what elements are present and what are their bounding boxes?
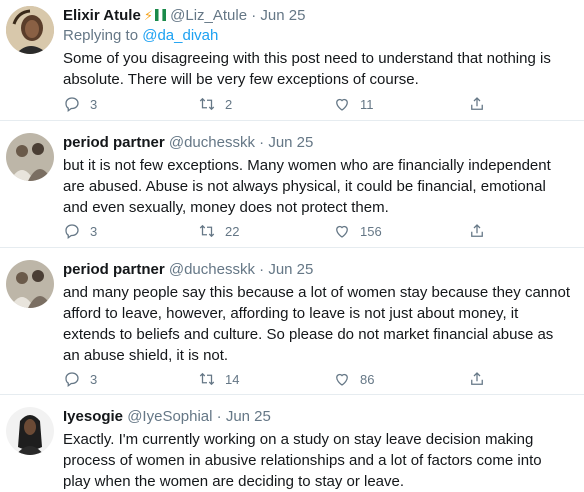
display-name[interactable]: Iyesogie bbox=[63, 408, 123, 425]
timestamp[interactable]: Jun 25 bbox=[226, 408, 271, 425]
tweet-text: and many people say this because a lot o… bbox=[63, 284, 570, 364]
retweet-button[interactable]: 22 bbox=[198, 221, 239, 241]
tweet-period-partner-1[interactable]: period partner @duchesskk · Jun 25 but i… bbox=[0, 121, 584, 248]
avatar[interactable] bbox=[6, 407, 54, 455]
share-icon bbox=[471, 372, 483, 385]
like-button[interactable]: 86 bbox=[333, 369, 374, 389]
share-icon bbox=[471, 224, 483, 237]
tweet-header: period partner @duchesskk · Jun 25 bbox=[63, 260, 572, 280]
reply-count: 3 bbox=[90, 96, 98, 112]
timestamp[interactable]: Jun 25 bbox=[268, 134, 313, 151]
reply-button[interactable]: 3 bbox=[63, 221, 97, 241]
tweet-text: Some of you disagreeing with this post n… bbox=[63, 50, 551, 88]
retweet-count: 2 bbox=[225, 96, 233, 112]
tweet-header: period partner @duchesskk · Jun 25 bbox=[63, 133, 572, 153]
display-name[interactable]: Elixir Atule bbox=[63, 7, 141, 24]
avatar[interactable] bbox=[6, 6, 54, 54]
reply-icon bbox=[65, 97, 79, 113]
share-button[interactable] bbox=[468, 221, 486, 241]
nigeria-flag-icon bbox=[154, 9, 166, 21]
retweet-button[interactable]: 2 bbox=[198, 94, 232, 114]
share-icon bbox=[471, 97, 483, 110]
tweet-text: but it is not few exceptions. Many women… bbox=[63, 157, 551, 216]
user-handle[interactable]: @Liz_Atule bbox=[170, 7, 247, 24]
user-handle[interactable]: @duchesskk bbox=[169, 261, 255, 278]
reply-button[interactable]: 3 bbox=[63, 369, 97, 389]
replying-to-link[interactable]: @da_divah bbox=[142, 27, 218, 44]
retweet-icon bbox=[199, 372, 215, 386]
retweet-icon bbox=[199, 224, 215, 238]
tweet-header: Iyesogie @IyeSophial · Jun 25 bbox=[63, 407, 572, 427]
lightning-icon: ⚡ bbox=[143, 8, 153, 23]
like-icon bbox=[336, 373, 348, 386]
separator-dot: · bbox=[259, 134, 265, 151]
tweet-thread: Elixir Atule ⚡ @Liz_Atule · Jun 25 Replyi… bbox=[0, 0, 584, 490]
display-name[interactable]: period partner bbox=[63, 134, 165, 151]
replying-prefix: Replying to bbox=[63, 27, 143, 44]
tweet-actions: 3 22 156 bbox=[0, 221, 584, 241]
display-name[interactable]: period partner bbox=[63, 261, 165, 278]
like-button[interactable]: 156 bbox=[333, 221, 382, 241]
like-count: 11 bbox=[360, 96, 374, 112]
reply-button[interactable]: 3 bbox=[63, 94, 97, 114]
replying-to: Replying to @da_divah bbox=[63, 26, 572, 46]
avatar[interactable] bbox=[6, 260, 54, 308]
separator-dot: · bbox=[259, 261, 265, 278]
timestamp[interactable]: Jun 25 bbox=[268, 261, 313, 278]
reply-icon bbox=[65, 224, 79, 240]
user-handle[interactable]: @duchesskk bbox=[169, 134, 255, 151]
tweet-iyesogie[interactable]: Iyesogie @IyeSophial · Jun 25 Exactly. I… bbox=[0, 395, 584, 490]
tweet-text: Exactly. I'm currently working on a stud… bbox=[63, 431, 542, 490]
retweet-button[interactable]: 14 bbox=[198, 369, 239, 389]
reply-count: 3 bbox=[90, 371, 98, 387]
retweet-count: 14 bbox=[225, 371, 240, 387]
like-count: 86 bbox=[360, 371, 375, 387]
like-icon bbox=[336, 225, 348, 238]
timestamp[interactable]: Jun 25 bbox=[260, 7, 305, 24]
like-count: 156 bbox=[360, 223, 382, 239]
separator-dot: · bbox=[251, 7, 257, 24]
like-button[interactable]: 11 bbox=[333, 94, 374, 114]
tweet-period-partner-2[interactable]: period partner @duchesskk · Jun 25 and m… bbox=[0, 248, 584, 395]
retweet-count: 22 bbox=[225, 223, 240, 239]
share-button[interactable] bbox=[468, 94, 486, 114]
retweet-icon bbox=[199, 97, 215, 111]
separator-dot: · bbox=[216, 408, 222, 425]
tweet-actions: 3 14 86 bbox=[0, 369, 584, 389]
tweet-elixir-atule[interactable]: Elixir Atule ⚡ @Liz_Atule · Jun 25 Replyi… bbox=[0, 0, 584, 121]
reply-count: 3 bbox=[90, 223, 98, 239]
avatar[interactable] bbox=[6, 133, 54, 181]
user-handle[interactable]: @IyeSophial bbox=[127, 408, 212, 425]
tweet-header: Elixir Atule ⚡ @Liz_Atule · Jun 25 bbox=[63, 6, 572, 26]
like-icon bbox=[336, 98, 348, 111]
share-button[interactable] bbox=[468, 369, 486, 389]
reply-icon bbox=[65, 372, 79, 388]
tweet-actions: 3 2 11 bbox=[0, 94, 584, 114]
